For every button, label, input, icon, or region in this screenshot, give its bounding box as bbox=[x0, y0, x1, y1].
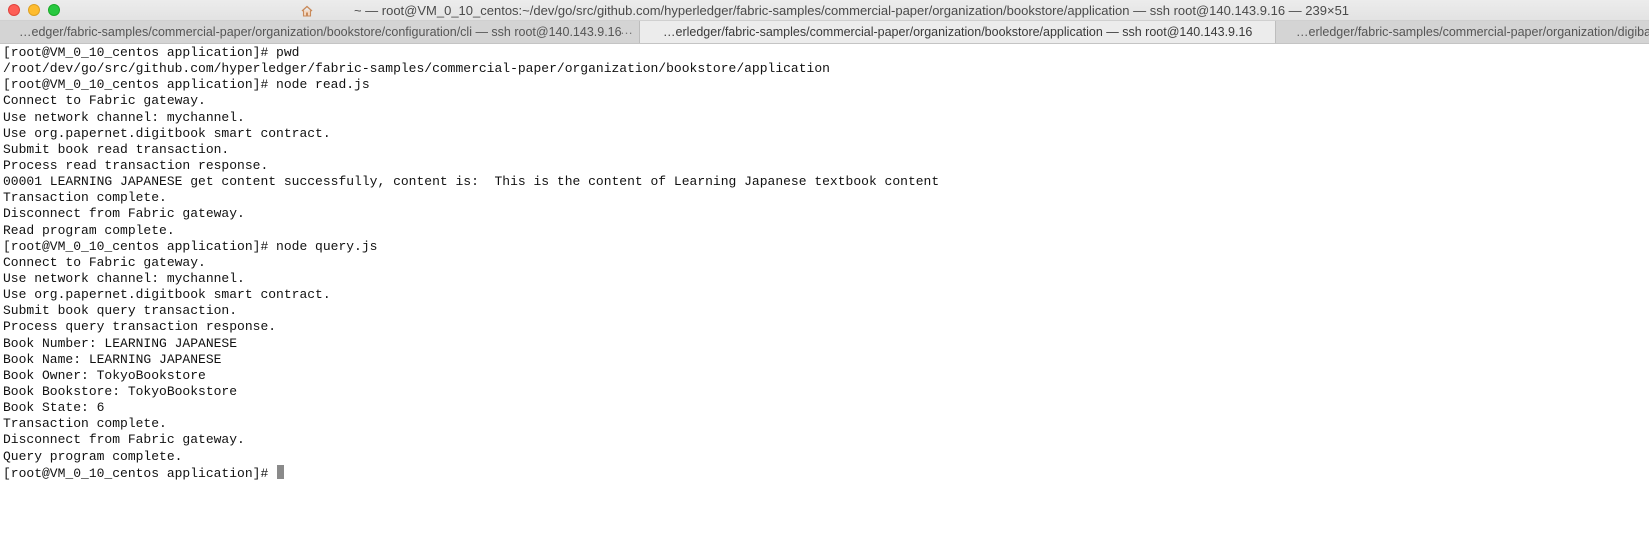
text-cursor bbox=[277, 464, 285, 479]
terminal-line: Connect to Fabric gateway. bbox=[3, 93, 206, 109]
tab-label: …erledger/fabric-samples/commercial-pape… bbox=[1296, 25, 1649, 39]
home-icon bbox=[300, 4, 314, 18]
tab-configuration-cli[interactable]: …edger/fabric-samples/commercial-paper/o… bbox=[0, 21, 640, 43]
terminal-line: /root/dev/go/src/github.com/hyperledger/… bbox=[3, 61, 830, 77]
terminal-window: ~ — root@VM_0_10_centos:~/dev/go/src/git… bbox=[0, 0, 1649, 533]
tab-digibank-application[interactable]: …erledger/fabric-samples/commercial-pape… bbox=[1276, 21, 1649, 43]
title-bar[interactable]: ~ — root@VM_0_10_centos:~/dev/go/src/git… bbox=[0, 0, 1649, 21]
terminal-line: Use network channel: mychannel. bbox=[3, 109, 245, 125]
terminal-line: Use org.papernet.digitbook smart contrac… bbox=[3, 125, 331, 141]
terminal-line: Process read transaction response. bbox=[3, 157, 269, 173]
terminal-line: Disconnect from Fabric gateway. bbox=[3, 432, 245, 448]
terminal-line: Submit book query transaction. bbox=[3, 303, 238, 319]
terminal-line: Book Name: LEARNING JAPANESE bbox=[3, 351, 222, 367]
terminal-line: Use network channel: mychannel. bbox=[3, 270, 245, 286]
terminal-output[interactable]: [root@VM_0_10_centos application]# pwd/r… bbox=[3, 45, 939, 481]
terminal-line: Transaction complete. bbox=[3, 416, 167, 432]
terminal-line: [root@VM_0_10_centos application]# node … bbox=[3, 77, 370, 93]
tab-label: …erledger/fabric-samples/commercial-pape… bbox=[663, 25, 1253, 39]
terminal-line: Book Bookstore: TokyoBookstore bbox=[3, 383, 238, 399]
terminal-line: Book State: 6 bbox=[3, 400, 105, 416]
window-title-area: ~ — root@VM_0_10_centos:~/dev/go/src/git… bbox=[0, 0, 1649, 21]
terminal-line: Submit book read transaction. bbox=[3, 141, 230, 157]
shell-prompt: [root@VM_0_10_centos application]# bbox=[3, 465, 277, 481]
tab-bookstore-application[interactable]: …erledger/fabric-samples/commercial-pape… bbox=[640, 21, 1276, 43]
terminal-line: [root@VM_0_10_centos application]# pwd bbox=[3, 45, 300, 60]
tab-overflow-icon[interactable]: … bbox=[620, 22, 633, 37]
terminal-line: Use org.papernet.digitbook smart contrac… bbox=[3, 287, 331, 303]
terminal-line: Connect to Fabric gateway. bbox=[3, 254, 206, 270]
window-title: ~ — root@VM_0_10_centos:~/dev/go/src/git… bbox=[353, 3, 1350, 18]
terminal-line: Book Owner: TokyoBookstore bbox=[3, 367, 206, 383]
terminal-line: Query program complete. bbox=[3, 448, 183, 464]
tab-label: …edger/fabric-samples/commercial-paper/o… bbox=[19, 25, 622, 39]
terminal-line: 00001 LEARNING JAPANESE get content succ… bbox=[3, 174, 940, 190]
terminal-line: Disconnect from Fabric gateway. bbox=[3, 206, 245, 222]
terminal-line: Transaction complete. bbox=[3, 190, 167, 206]
terminal-line: Book Number: LEARNING JAPANESE bbox=[3, 335, 238, 351]
terminal-line: [root@VM_0_10_centos application]# node … bbox=[3, 238, 378, 254]
terminal-line: Process query transaction response. bbox=[3, 319, 277, 335]
terminal-line: Read program complete. bbox=[3, 222, 175, 238]
terminal-prompt-line[interactable]: [root@VM_0_10_centos application]# bbox=[3, 464, 939, 481]
tab-bar: …edger/fabric-samples/commercial-paper/o… bbox=[0, 21, 1649, 44]
